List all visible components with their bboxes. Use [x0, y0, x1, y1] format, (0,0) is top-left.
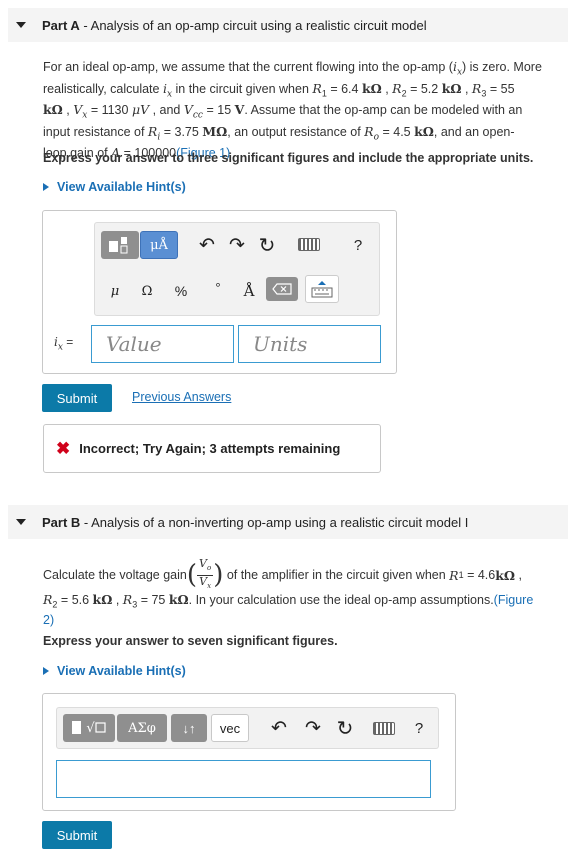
hint-label: View Available Hint(s) — [57, 664, 186, 678]
backspace-icon — [272, 283, 292, 295]
part-a-submit-button[interactable]: Submit — [42, 384, 112, 412]
part-b-hint-link[interactable]: View Available Hint(s) — [43, 664, 186, 678]
previous-answers-link[interactable]: Previous Answers — [132, 390, 231, 404]
part-a-answer-box: μÅ ↶ ↷ ↻ ? μ Ω % ° Å ix = Value Units — [42, 210, 397, 374]
keyboard-toggle-button[interactable] — [305, 275, 339, 303]
feedback-text: Incorrect; Try Again; 3 attempts remaini… — [79, 441, 341, 456]
keyboard-icon[interactable] — [373, 722, 395, 735]
collapse-triangle-icon[interactable] — [16, 22, 26, 28]
part-a-hint-link[interactable]: View Available Hint(s) — [43, 180, 186, 194]
undo-icon[interactable]: ↶ — [267, 714, 291, 742]
hint-triangle-icon — [43, 183, 49, 191]
units-button[interactable]: μÅ — [140, 231, 178, 259]
collapse-triangle-icon[interactable] — [16, 519, 26, 525]
gain-fraction: Vo Vx — [197, 557, 214, 590]
hint-triangle-icon — [43, 667, 49, 675]
sort-button[interactable]: ↓↑ — [171, 714, 207, 742]
help-button[interactable]: ? — [348, 231, 368, 259]
variable-label: ix = — [54, 335, 74, 353]
keyboard-up-icon — [311, 281, 333, 298]
feedback-message: ✖ Incorrect; Try Again; 3 attempts remai… — [43, 424, 381, 473]
backspace-button[interactable] — [266, 277, 298, 301]
template-icon — [72, 721, 82, 734]
undo-icon[interactable]: ↶ — [195, 231, 219, 259]
percent-button[interactable]: % — [167, 277, 195, 305]
hint-label: View Available Hint(s) — [57, 180, 186, 194]
figure-2-link-cont[interactable]: 2) — [43, 613, 54, 627]
keyboard-icon[interactable] — [298, 238, 320, 251]
figure-2-link[interactable]: (Figure — [494, 593, 534, 607]
part-b-answer-input[interactable] — [56, 760, 431, 798]
mu-button[interactable]: μ — [101, 277, 129, 305]
degree-button[interactable]: ° — [204, 273, 232, 301]
part-a-title: Part A - Analysis of an op-amp circuit u… — [42, 17, 427, 33]
part-b-answer-box: √ ΑΣφ ↓↑ vec ↶ ↷ ↻ ? — [42, 693, 456, 811]
sqrt-icon: √ — [86, 720, 95, 736]
angstrom-button[interactable]: Å — [235, 277, 263, 305]
part-b-math-toolbar: √ ΑΣφ ↓↑ vec ↶ ↷ ↻ ? — [56, 707, 439, 749]
part-b-problem: Calculate the voltage gain ( Vo Vx ) of … — [43, 557, 534, 627]
value-input[interactable]: Value — [91, 325, 234, 363]
units-input[interactable]: Units — [238, 325, 381, 363]
redo-icon[interactable]: ↷ — [225, 231, 249, 259]
part-a-header[interactable]: Part A - Analysis of an op-amp circuit u… — [8, 8, 568, 42]
part-a-math-toolbar: μÅ ↶ ↷ ↻ ? μ Ω % ° Å — [94, 222, 380, 316]
redo-icon[interactable]: ↷ — [301, 714, 325, 742]
reset-icon[interactable]: ↻ — [333, 714, 357, 742]
omega-button[interactable]: Ω — [133, 277, 161, 305]
template-icon — [109, 237, 128, 254]
template-sqrt-button[interactable]: √ — [63, 714, 115, 742]
part-b-instruction: Express your answer to seven significant… — [43, 634, 338, 648]
vector-button[interactable]: vec — [211, 714, 249, 742]
reset-icon[interactable]: ↻ — [255, 231, 279, 259]
part-b-header[interactable]: Part B - Analysis of a non-inverting op-… — [8, 505, 568, 539]
part-b-submit-button[interactable]: Submit — [42, 821, 112, 849]
help-button[interactable]: ? — [409, 714, 429, 742]
part-a-instruction: Express your answer to three significant… — [43, 151, 534, 165]
sqrt-box-icon — [95, 722, 106, 733]
incorrect-x-icon: ✖ — [56, 438, 71, 458]
template-button[interactable] — [101, 231, 139, 259]
part-b-title: Part B - Analysis of a non-inverting op-… — [42, 514, 469, 530]
greek-button[interactable]: ΑΣφ — [117, 714, 167, 742]
part-a-problem: For an ideal op-amp, we assume that the … — [43, 59, 542, 160]
